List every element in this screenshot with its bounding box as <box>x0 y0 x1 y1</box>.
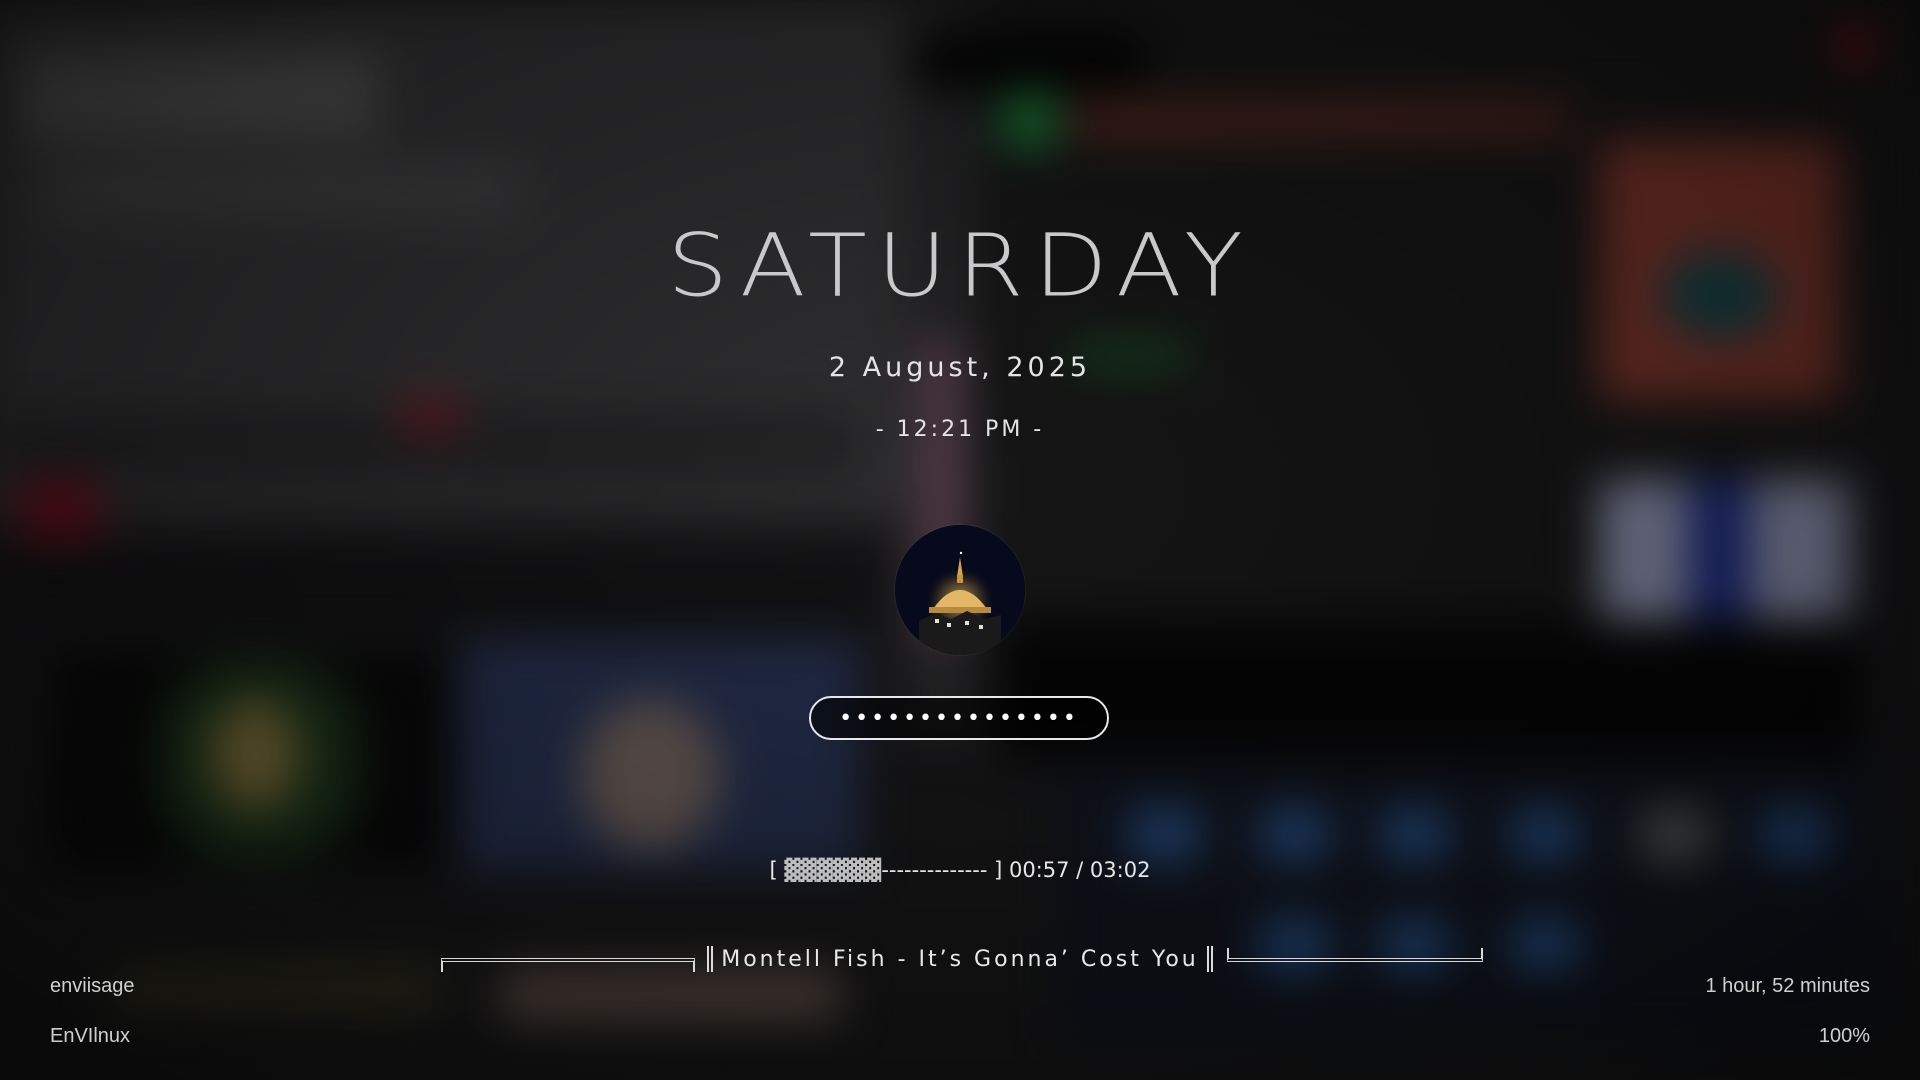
password-field[interactable] <box>809 696 1109 740</box>
time-separator: / <box>1069 858 1090 882</box>
progress-fill: ▓▓▓▓▓▓ <box>784 858 882 882</box>
day-of-week: SATURDAY <box>667 215 1253 317</box>
username-label: enviisage <box>50 975 135 997</box>
track-title: Montell Fish - It’s Gonna’ Cost You <box>721 947 1199 972</box>
battery-label: 100% <box>1818 1025 1870 1047</box>
elapsed-time: 00:57 <box>1008 858 1070 882</box>
right-double-bar-icon <box>1207 946 1213 972</box>
date-label: 2 August, 2025 <box>828 352 1092 383</box>
track-duration: 03:02 <box>1089 858 1151 882</box>
now-playing-row: Montell Fish - It’s Gonna’ Cost You <box>0 944 1920 980</box>
user-avatar <box>895 525 1025 655</box>
clock-time: - 12:21 PM - <box>875 417 1045 442</box>
uptime-label: 1 hour, 52 minutes <box>1705 975 1870 997</box>
avatar-temple-icon <box>895 525 1025 655</box>
hostname-label: EnVIlnux <box>50 1025 131 1047</box>
password-input[interactable] <box>829 705 1089 731</box>
right-decorative-line <box>1227 948 1483 962</box>
progress-bracket-open: [ <box>769 858 785 882</box>
progress-rest: -------------- ] <box>881 858 1009 882</box>
media-progress: [ ▓▓▓▓▓▓-------------- ] 00:57 / 03:02 <box>0 858 1920 882</box>
